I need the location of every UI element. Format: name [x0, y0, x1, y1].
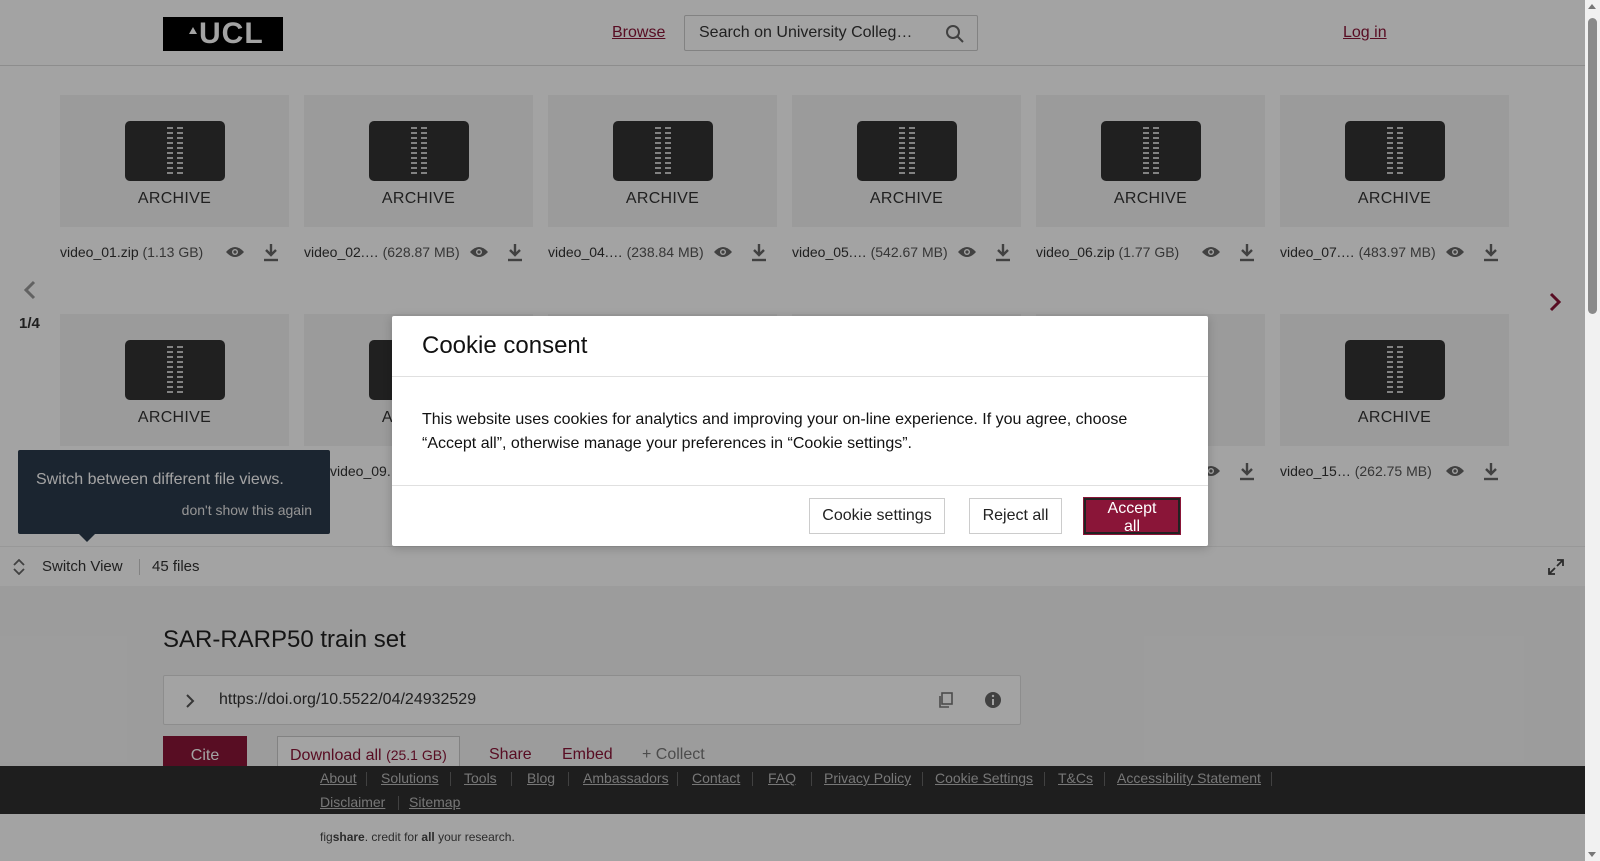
- dialog-divider: [392, 485, 1208, 486]
- page-scrollbar[interactable]: [1585, 0, 1600, 861]
- scrollbar-thumb[interactable]: [1588, 18, 1597, 314]
- cookie-settings-button[interactable]: Cookie settings: [809, 498, 945, 534]
- dialog-body: This website uses cookies for analytics …: [422, 411, 1128, 452]
- accept-all-button[interactable]: Accept all: [1084, 498, 1180, 535]
- dialog-divider: [392, 376, 1208, 377]
- scroll-up-icon[interactable]: [1588, 4, 1596, 9]
- cookie-consent-dialog: Cookie consent This website uses cookies…: [392, 316, 1208, 546]
- scroll-down-icon[interactable]: [1588, 852, 1596, 857]
- reject-all-button[interactable]: Reject all: [969, 498, 1062, 534]
- dialog-title: Cookie consent: [422, 332, 588, 359]
